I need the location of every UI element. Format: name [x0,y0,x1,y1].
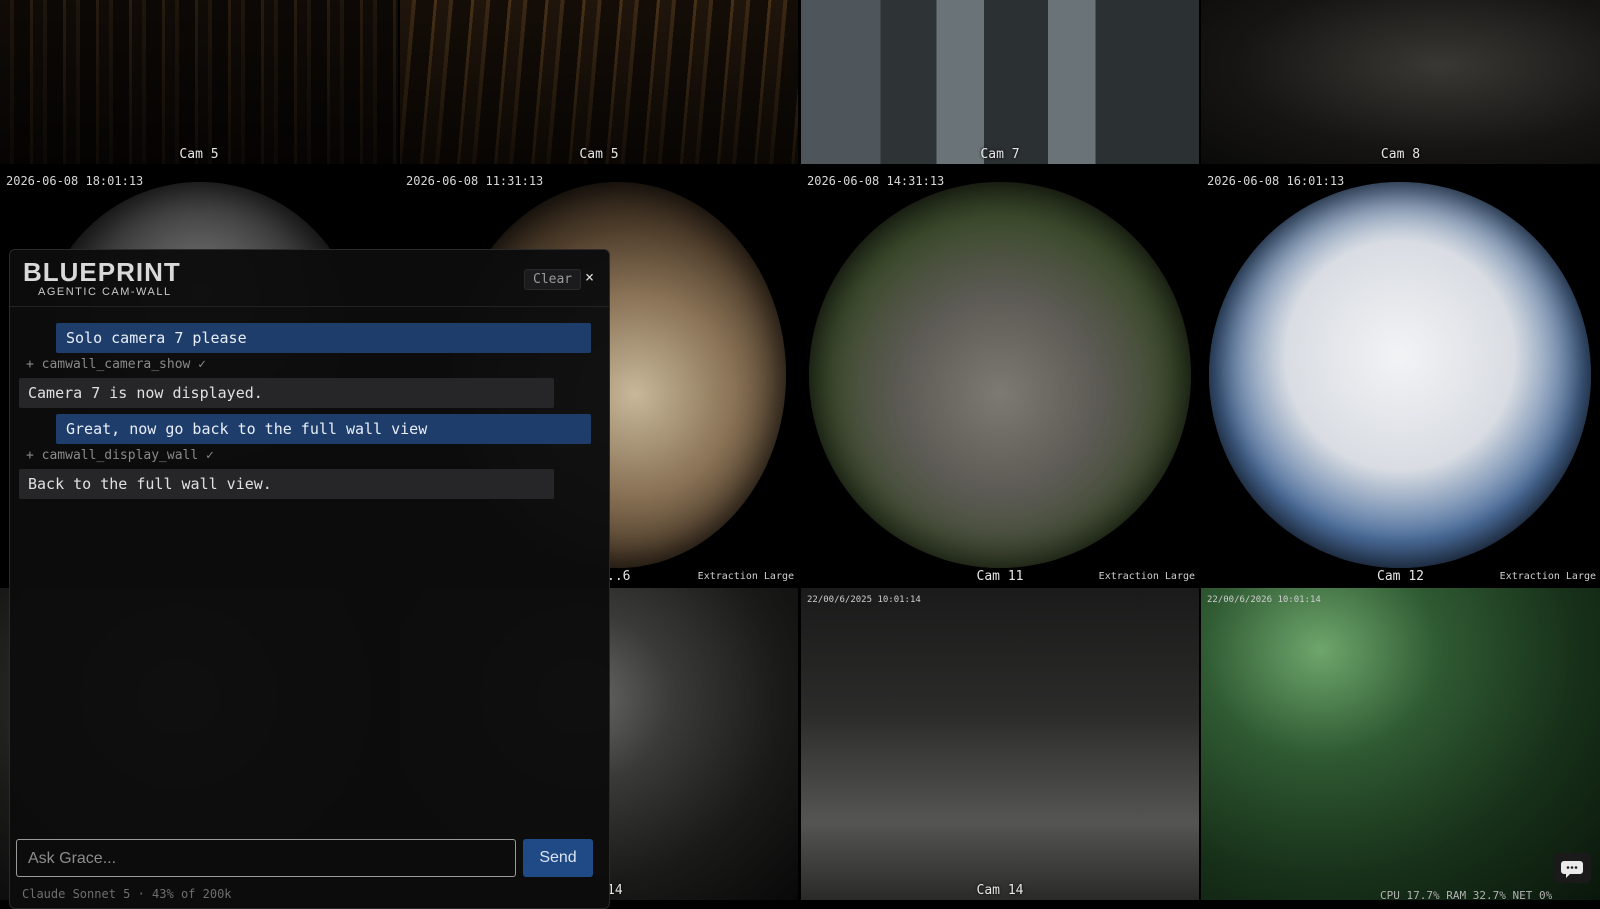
camera-timestamp: 22/00/6/2026 10:01:14 [1207,595,1321,605]
camera-feed [1209,182,1591,568]
camera-label: Cam 8 [1380,147,1421,162]
camera-timestamp: 2026-06-08 11:31:13 [406,174,544,188]
camera-feed [801,0,1199,164]
quality-label: Extraction Large [697,571,794,582]
camera-tile[interactable]: Cam 5 [0,0,398,164]
camera-feed [1201,588,1600,900]
user-message: Great, now go back to the full wall view [56,414,591,444]
camera-tile[interactable]: 2026-06-08 14:31:13 Cam 11 Extraction La… [801,164,1199,586]
camera-tile[interactable]: 22/00/6/2025 10:01:14 Cam 14 [801,588,1199,900]
camera-feed [1201,0,1600,164]
assistant-message: Camera 7 is now displayed. [19,378,554,408]
camera-label: Cam 7 [980,147,1020,162]
camera-tile[interactable]: 22/00/6/2026 10:01:14 [1201,588,1600,900]
camera-timestamp: 2026-06-08 16:01:13 [1207,174,1345,188]
camera-tile[interactable]: 2026-06-08 16:01:13 Cam 12 Extraction La… [1201,164,1600,586]
quality-label: Extraction Large [1098,571,1195,582]
camera-label: Cam 5 [179,147,219,162]
camera-timestamp: 2026-06-08 18:01:13 [6,174,144,188]
send-button[interactable]: Send [523,839,593,877]
system-stats: CPU 17.7% RAM 32.7% NET 0% [1380,889,1553,902]
tool-call: + camwall_camera_show ✓ [26,357,207,372]
user-message: Solo camera 7 please [56,323,591,353]
chat-input[interactable]: Ask Grace... [16,839,516,877]
app-logo: BLUEPRINT [23,257,181,287]
chat-bubble-icon [1561,861,1583,878]
close-icon[interactable]: × [585,268,594,286]
clear-button[interactable]: Clear [524,269,582,290]
camera-tile[interactable]: Cam 5 [400,0,798,164]
camera-tile[interactable]: Cam 7 [801,0,1199,164]
camera-label: Cam 5 [579,147,619,162]
camera-feed [801,588,1199,900]
tool-call: + camwall_display_wall ✓ [26,448,214,463]
quality-label: Extraction Large [1499,571,1596,582]
chat-panel: BLUEPRINT AGENTIC CAM-WALL Clear × Solo … [9,249,610,909]
camera-label: 14 [607,883,623,898]
app-subtitle: AGENTIC CAM-WALL [38,286,172,298]
chat-header: BLUEPRINT AGENTIC CAM-WALL Clear × [10,250,609,307]
camera-timestamp: 22/00/6/2025 10:01:14 [807,595,921,605]
camera-feed [809,182,1191,568]
camera-timestamp: 2026-06-08 14:31:13 [807,174,945,188]
camera-feed [400,0,798,164]
assistant-message: Back to the full wall view. [19,469,554,499]
model-status: Claude Sonnet 5 · 43% of 200k [22,887,232,901]
floating-chat-button[interactable] [1553,853,1591,883]
camera-label: Cam 14 [976,883,1024,898]
camera-tile[interactable]: Cam 8 [1201,0,1600,164]
camera-feed [0,0,398,164]
